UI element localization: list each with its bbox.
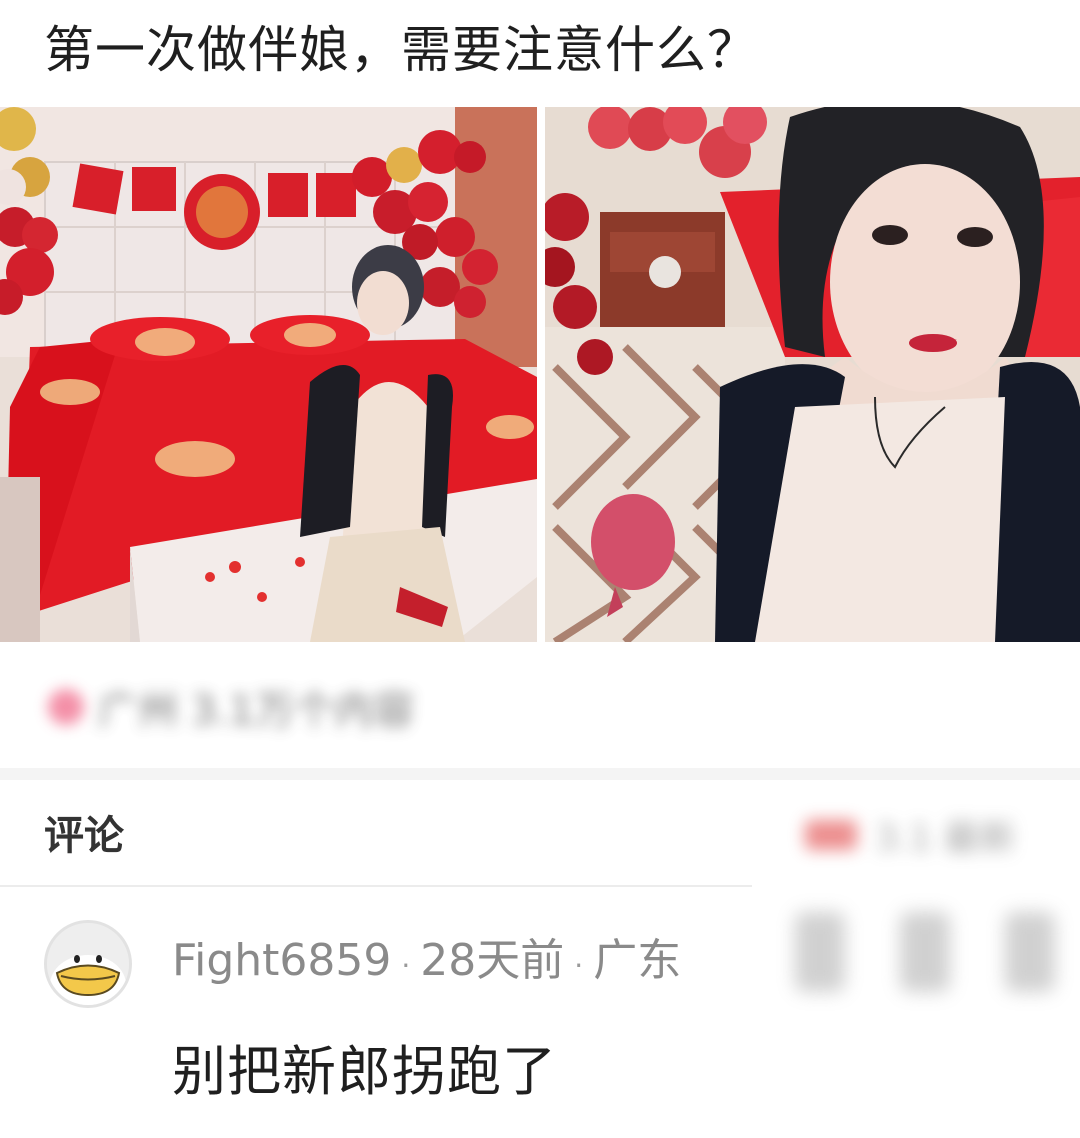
selfie-image (545, 107, 1080, 642)
comment-sort-toggle[interactable]: 3.1 最新 (805, 810, 1035, 860)
bridal-room-image (0, 107, 537, 642)
comment-username[interactable]: Fight6859 (172, 933, 391, 989)
comments-title: 评论 (44, 813, 124, 859)
post-title: 第一次做伴娘，需要注意什么？ (44, 21, 758, 79)
comment-text[interactable]: 别把新郎拐跑了 (172, 1036, 557, 1108)
reply-icon[interactable] (795, 912, 845, 992)
location-tag[interactable]: 广州 3.1万个内容 (48, 678, 518, 736)
meta-separator: · (401, 949, 411, 982)
dislike-icon[interactable] (1005, 912, 1055, 992)
post-photo-2[interactable] (545, 107, 1080, 642)
sort-icon (805, 820, 857, 850)
location-text: 广州 3.1万个内容 (98, 688, 415, 734)
comment-actions (795, 912, 1055, 1012)
section-divider (0, 768, 1080, 780)
post-photo-1[interactable] (0, 107, 537, 642)
like-icon[interactable] (900, 912, 950, 992)
meta-separator: · (574, 949, 584, 982)
comment-meta: Fight6859 · 28天前 · 广东 (172, 933, 681, 994)
comment-region: 广东 (593, 935, 682, 986)
location-pin-icon (48, 689, 84, 725)
comments-divider (0, 885, 752, 887)
comment-time: 28天前 (420, 935, 565, 986)
sort-label: 3.1 最新 (875, 818, 1016, 859)
avatar[interactable] (44, 920, 132, 1008)
duck-avatar-icon (47, 923, 129, 1005)
